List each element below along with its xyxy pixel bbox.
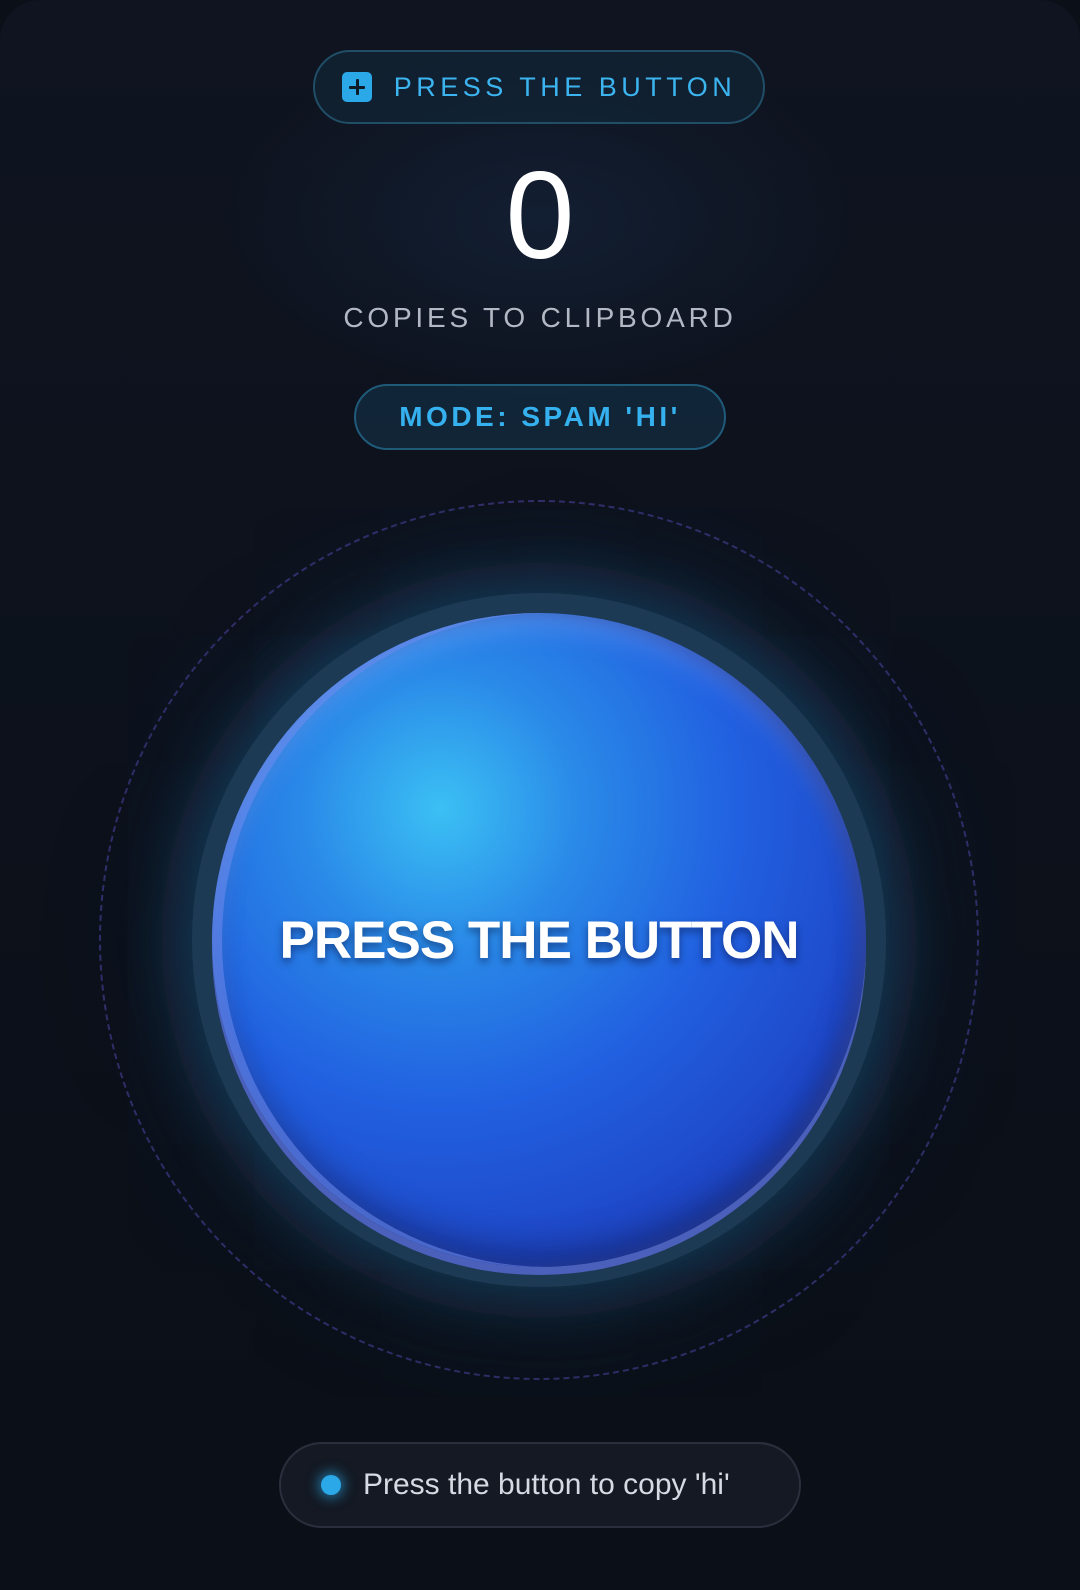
- copy-counter: 0: [505, 147, 575, 285]
- header-pill-label: PRESS THE BUTTON: [393, 71, 737, 102]
- plus-square-icon: [341, 72, 372, 102]
- status-dot-icon: [321, 1475, 341, 1495]
- status-text: Press the button to copy 'hi': [363, 1468, 730, 1501]
- app-card: PRESS THE BUTTON 0 COPIES TO CLIPBOARD M…: [0, 0, 1080, 1590]
- status-pill: Press the button to copy 'hi': [279, 1442, 801, 1528]
- counter-caption: COPIES TO CLIPBOARD: [343, 302, 737, 333]
- press-the-button[interactable]: PRESS THE BUTTON: [212, 613, 866, 1267]
- mode-badge: MODE: SPAM 'HI': [354, 384, 726, 450]
- press-button-label: PRESS THE BUTTON: [279, 910, 800, 970]
- header-pill: PRESS THE BUTTON: [313, 50, 765, 124]
